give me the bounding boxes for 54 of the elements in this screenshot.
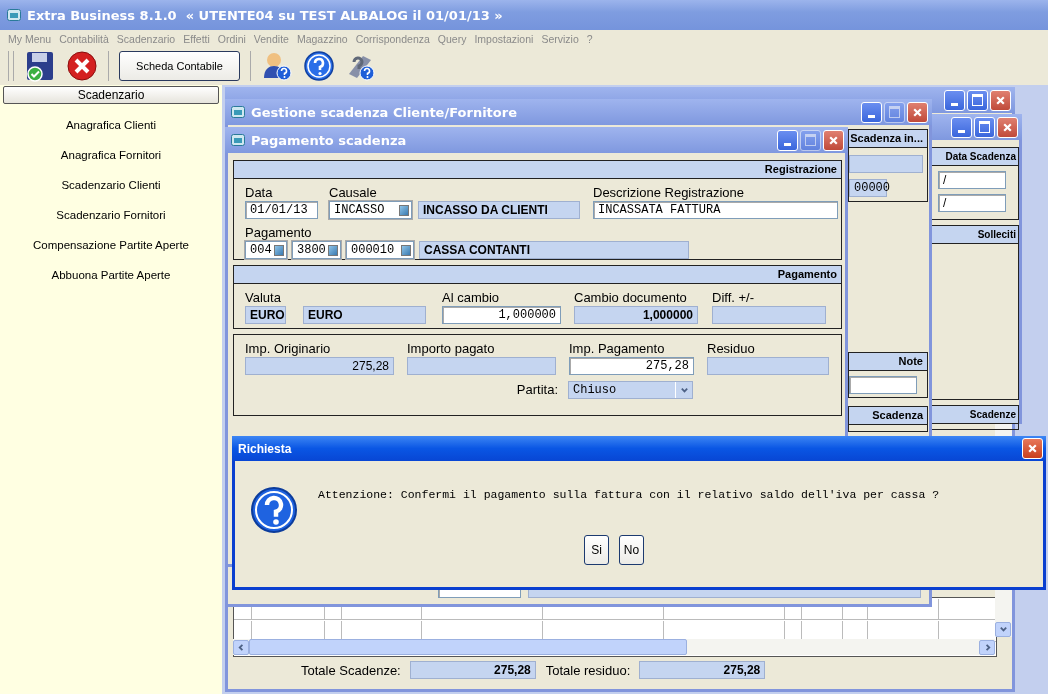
sidebar-header[interactable]: Scadenzario xyxy=(3,86,219,104)
lookup-field[interactable]: 000010 xyxy=(346,241,414,259)
panel-header: Scadenza in... xyxy=(849,130,927,148)
panel-header: Pagamento xyxy=(234,266,841,284)
exchange-rate-field[interactable]: 1,000000 xyxy=(442,306,561,324)
field-label: Al cambio xyxy=(442,290,501,306)
field-label: Partita: xyxy=(515,382,558,398)
amount-field[interactable]: 275,28 xyxy=(569,357,694,375)
panel-header: Registrazione xyxy=(234,161,841,179)
total-field: 275,28 xyxy=(409,661,536,679)
sidebar-item[interactable]: Anagrafica Clienti xyxy=(65,116,157,134)
field-label: Pagamento xyxy=(245,225,313,241)
field-label: Importo pagato xyxy=(407,341,496,357)
dialog-button[interactable]: Si xyxy=(584,535,609,565)
lookup-field[interactable]: INCASSO xyxy=(329,201,412,219)
field-label: Data xyxy=(245,185,274,201)
scheda-contabile-button[interactable]: Scheda Contabile xyxy=(119,51,240,81)
lookup-field[interactable]: 3800 xyxy=(292,241,341,259)
field-label: Valuta xyxy=(245,290,282,306)
window-title: Extra Business 8.1.0 « UTENTE04 su TEST ALBALOG il 01/01/13 » xyxy=(27,7,503,23)
total-label: Totale Scadenze: xyxy=(301,662,401,678)
field-label: Descrizione Registrazione xyxy=(593,185,745,201)
field-label: Residuo xyxy=(707,341,756,357)
sidebar-item[interactable]: Compensazione Partite Aperte xyxy=(33,236,189,254)
window-title: Pagamento scadenza xyxy=(251,132,407,148)
field-label: Imp. Pagamento xyxy=(569,341,666,357)
window-title: Gestione scadenza Cliente/Fornitore xyxy=(251,104,517,120)
description-field[interactable]: INCASSATA FATTURA xyxy=(593,201,838,219)
field-label: Imp. Originario xyxy=(245,341,332,357)
sidebar-item[interactable]: Scadenzario Clienti xyxy=(61,176,161,194)
readonly-field: 1,000000 xyxy=(574,306,698,324)
field-label: Cambio documento xyxy=(574,290,688,306)
dialog-button[interactable]: No xyxy=(619,535,644,565)
panel-header: Note xyxy=(849,353,927,371)
readonly-field: EURO xyxy=(245,306,286,324)
sidebar-item[interactable]: Anagrafica Fornitori xyxy=(60,146,162,164)
lookup-field[interactable]: 004 xyxy=(245,241,287,259)
amount-field: 275,28 xyxy=(245,357,394,375)
date-field[interactable]: 01/01/13 xyxy=(245,201,318,219)
readonly-field: INCASSO DA CLIENTI xyxy=(418,201,580,219)
field-label: Causale xyxy=(329,185,378,201)
dialog-message: Attenzione: Confermi il pagamento sulla fattura con il relativo saldo dell'iva per cassa ? xyxy=(318,488,940,501)
readonly-field: CASSA CONTANTI xyxy=(419,241,689,259)
field-label: Diff. +/- xyxy=(712,290,756,306)
status-dropdown[interactable]: Chiuso xyxy=(568,381,693,399)
total-label: Totale residuo: xyxy=(545,662,631,678)
total-field: 275,28 xyxy=(639,661,766,679)
date-field[interactable]: / xyxy=(938,171,1006,189)
dialog-title: Richiesta xyxy=(238,441,292,456)
sidebar-item[interactable]: Scadenzario Fornitori xyxy=(56,206,166,224)
panel-header: Scadenza xyxy=(849,407,927,425)
readonly-field: EURO xyxy=(303,306,426,324)
date-field[interactable]: / xyxy=(938,194,1006,212)
sidebar-item[interactable]: Abbuona Partite Aperte xyxy=(51,266,171,284)
